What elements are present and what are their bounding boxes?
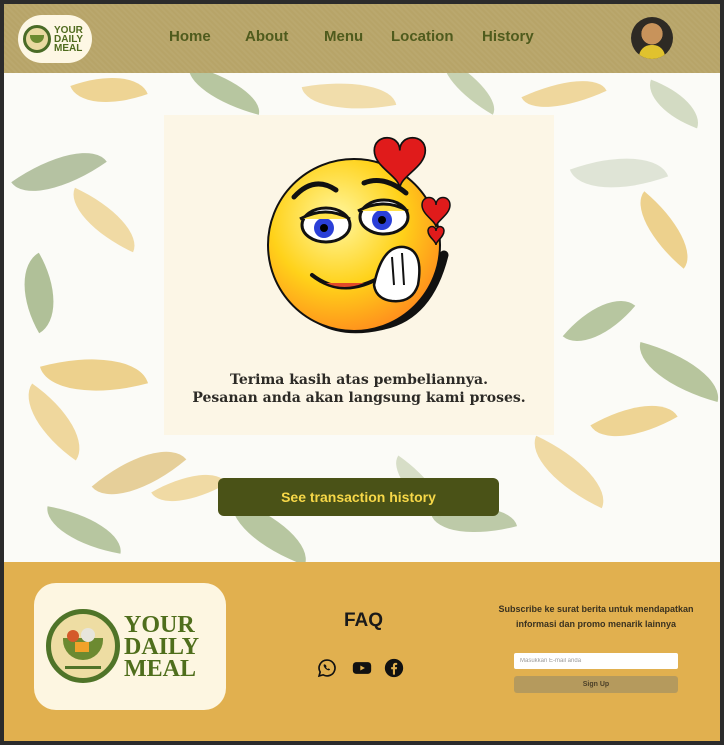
- nav-about[interactable]: About: [245, 28, 288, 45]
- logo[interactable]: YOUR DAILY MEAL: [18, 15, 92, 63]
- thank-you-message: Terima kasih atas pembeliannya. Pesanan …: [164, 371, 554, 407]
- email-field[interactable]: [514, 653, 678, 669]
- youtube-icon[interactable]: [351, 658, 373, 678]
- page-frame: YOUR DAILY MEAL Home About Menu Location…: [4, 4, 720, 741]
- site-header: YOUR DAILY MEAL Home About Menu Location…: [4, 4, 720, 73]
- newsletter-text: Subscribe ke surat berita untuk mendapat…: [498, 604, 694, 629]
- faq-link[interactable]: FAQ: [344, 610, 383, 632]
- hero-section: Terima kasih atas pembeliannya. Pesanan …: [4, 73, 720, 562]
- thank-you-card: Terima kasih atas pembeliannya. Pesanan …: [164, 115, 554, 435]
- message-line-2: Pesanan anda akan langsung kami proses.: [192, 390, 526, 406]
- whatsapp-icon[interactable]: [317, 658, 337, 678]
- logo-bowl-icon: [46, 609, 120, 683]
- nav-history[interactable]: History: [482, 28, 534, 45]
- nav-menu[interactable]: Menu: [324, 28, 363, 45]
- nav-home[interactable]: Home: [169, 28, 211, 45]
- footer-logo-text: YOUR DAILY MEAL: [124, 612, 200, 682]
- see-transaction-history-button[interactable]: See transaction history: [218, 478, 499, 516]
- facebook-icon[interactable]: [384, 658, 404, 678]
- site-footer: YOUR DAILY MEAL FAQ Subscribe ke surat b…: [4, 562, 720, 741]
- footer-logo[interactable]: YOUR DAILY MEAL: [34, 583, 226, 710]
- avatar[interactable]: [631, 17, 673, 59]
- message-line-1: Terima kasih atas pembeliannya.: [230, 372, 488, 388]
- nav-location[interactable]: Location: [391, 28, 454, 45]
- logo-text: YOUR DAILY MEAL: [54, 25, 83, 54]
- sign-up-button[interactable]: Sign Up: [514, 676, 678, 693]
- logo-bowl-icon: [23, 25, 51, 53]
- smiling-face-with-hearts-icon: [267, 136, 451, 334]
